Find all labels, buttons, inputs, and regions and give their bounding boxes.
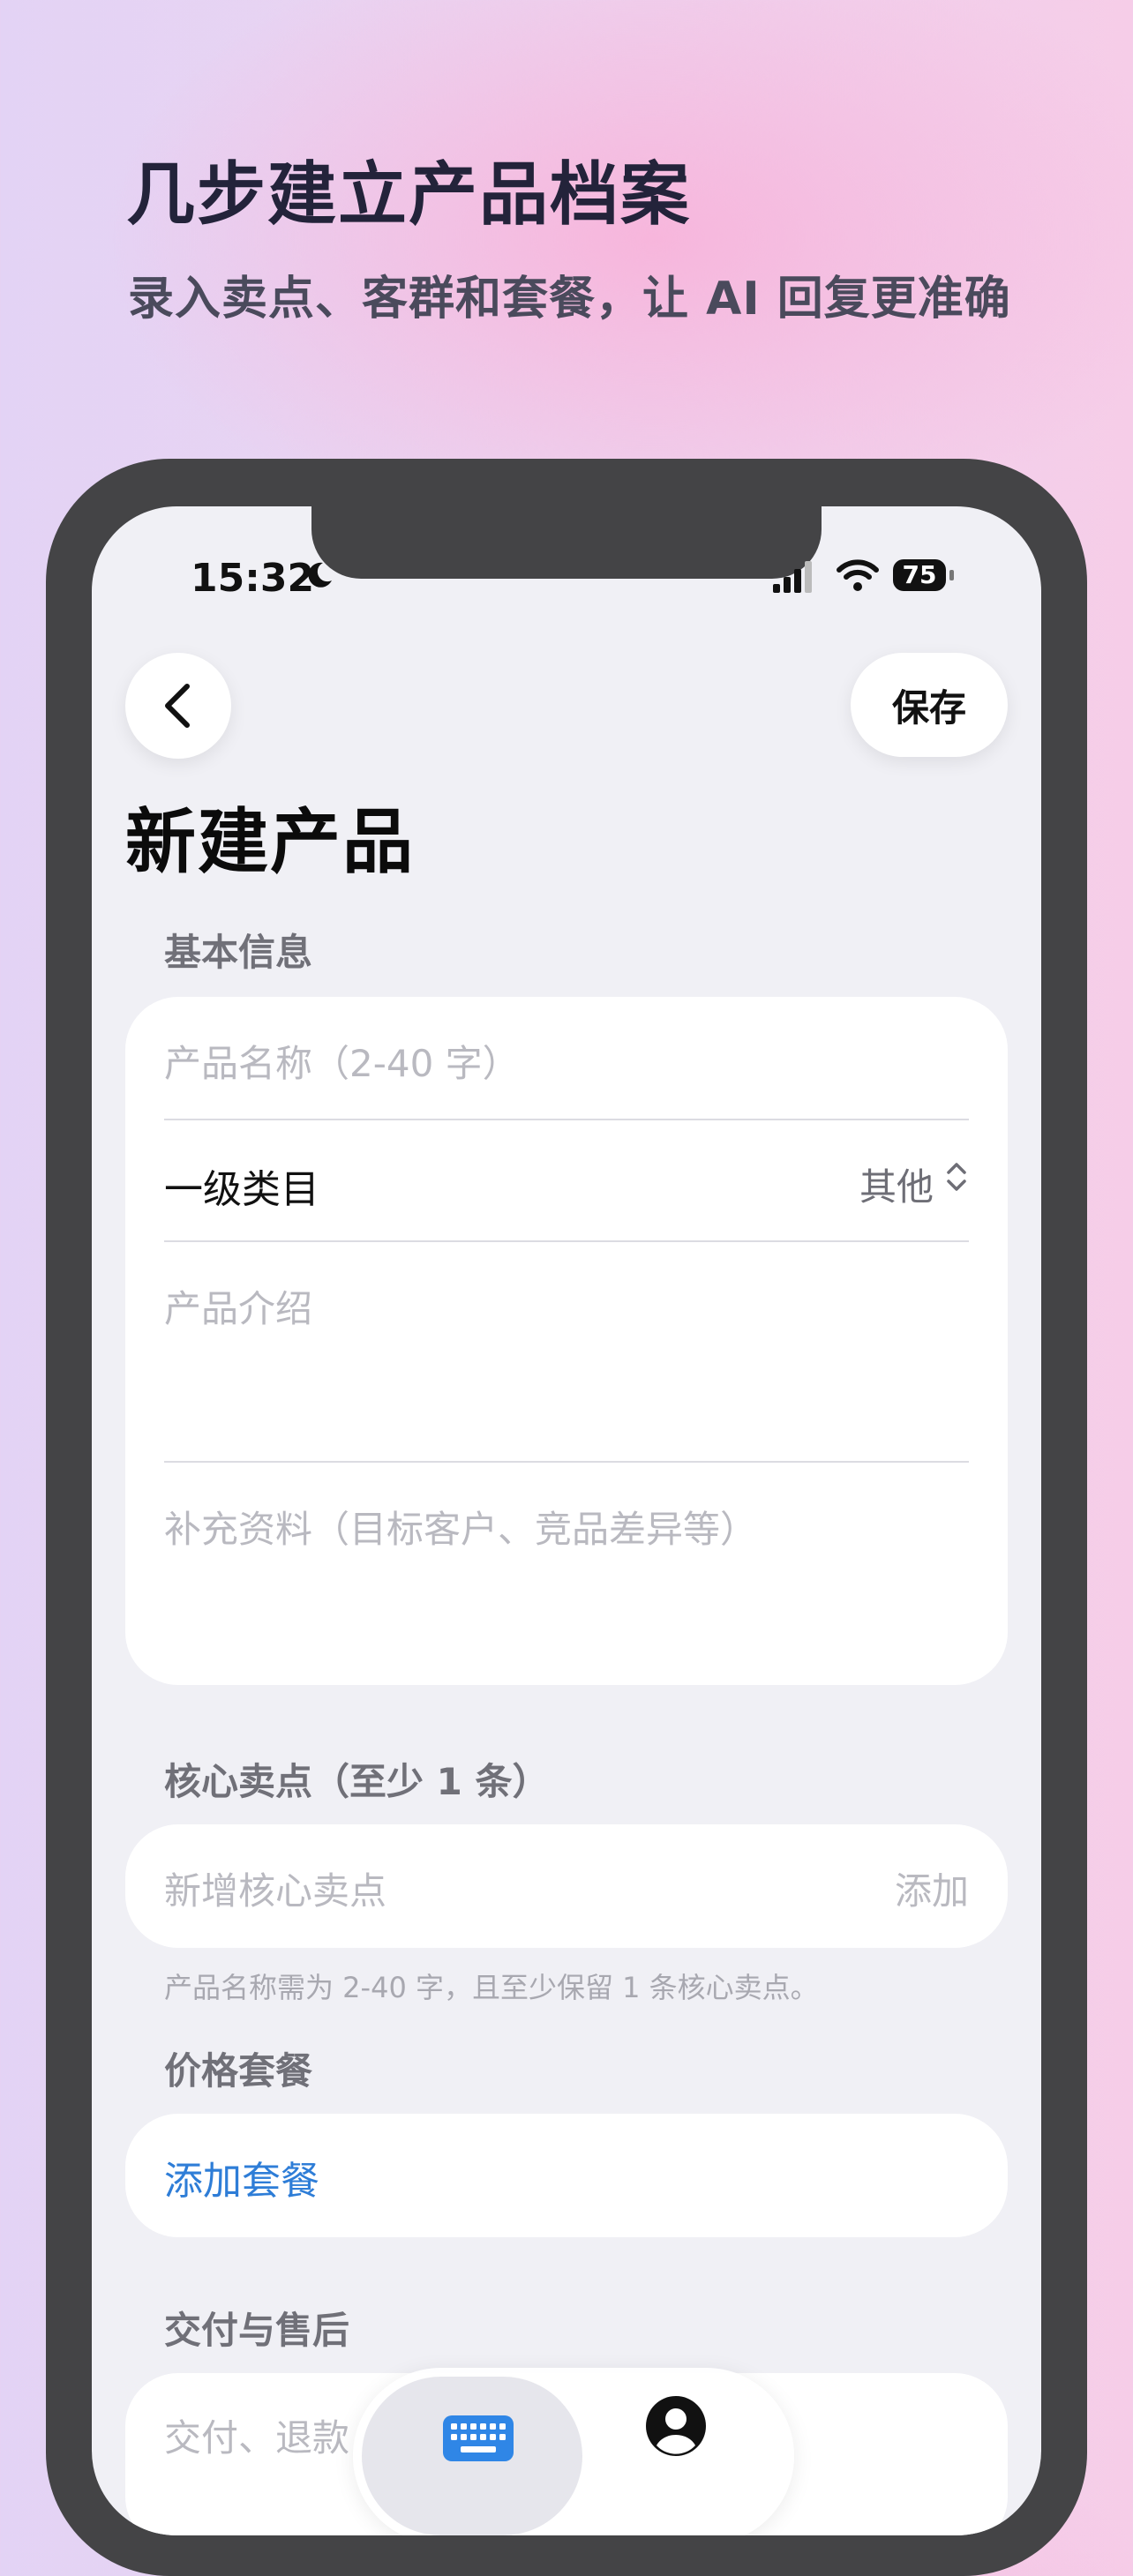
- product-intro-textarea[interactable]: 产品介绍: [164, 1279, 312, 1333]
- chevron-up-down-icon[interactable]: [944, 1157, 969, 1196]
- section-delivery: 交付与售后: [164, 2309, 350, 2352]
- battery-tip: [949, 570, 954, 580]
- bottom-toolbar: [353, 2368, 794, 2535]
- hero-title: 几步建立产品档案: [126, 155, 692, 235]
- add-package-button[interactable]: 添加套餐: [164, 2149, 319, 2205]
- moon-icon: [308, 562, 332, 588]
- product-name-input[interactable]: 产品名称（2-40 字）: [164, 1034, 520, 1088]
- validation-hint: 产品名称需为 2-40 字，且至少保留 1 条核心卖点。: [164, 1971, 819, 2004]
- section-basic-info: 基本信息: [164, 931, 313, 974]
- add-selling-point-button[interactable]: 添加: [895, 1861, 969, 1915]
- hero-subtitle: 录入卖点、客群和套餐，让 AI 回复更准确: [128, 273, 1011, 326]
- back-button[interactable]: [125, 653, 231, 759]
- delivery-input[interactable]: 交付、退款: [164, 2408, 349, 2462]
- category-select[interactable]: 其他: [859, 1157, 934, 1211]
- page-title: 新建产品: [125, 801, 415, 883]
- divider: [164, 1119, 969, 1120]
- category-label: 一级类目: [164, 1167, 319, 1212]
- pricing-card: 添加套餐: [125, 2114, 1008, 2237]
- divider: [164, 1240, 969, 1242]
- phone-screen: 15:32 75 保存 新建产品 基本信息 产品名称（2-40 字） 一级类目 …: [92, 506, 1041, 2535]
- battery-icon: 75: [893, 559, 946, 591]
- signal-icon: [773, 561, 812, 593]
- wifi-icon: [837, 559, 879, 591]
- status-time: 15:32: [191, 556, 315, 601]
- selling-point-card: 新增核心卖点 添加: [125, 1824, 1008, 1948]
- section-selling-points: 核心卖点（至少 1 条）: [164, 1760, 550, 1803]
- divider: [164, 1461, 969, 1463]
- chevron-left-icon: [165, 684, 190, 728]
- notch: [311, 506, 822, 579]
- keyboard-icon: [443, 2415, 514, 2461]
- section-pricing: 价格套餐: [164, 2049, 313, 2093]
- basic-info-card: 产品名称（2-40 字） 一级类目 其他 产品介绍 补充资料（目标客户、竞品差异…: [125, 997, 1008, 1685]
- keyboard-tab[interactable]: [362, 2377, 582, 2535]
- selling-point-input[interactable]: 新增核心卖点: [164, 1861, 386, 1915]
- person-icon[interactable]: [644, 2394, 708, 2458]
- save-button[interactable]: 保存: [851, 653, 1008, 757]
- extra-info-textarea[interactable]: 补充资料（目标客户、竞品差异等）: [164, 1500, 757, 1554]
